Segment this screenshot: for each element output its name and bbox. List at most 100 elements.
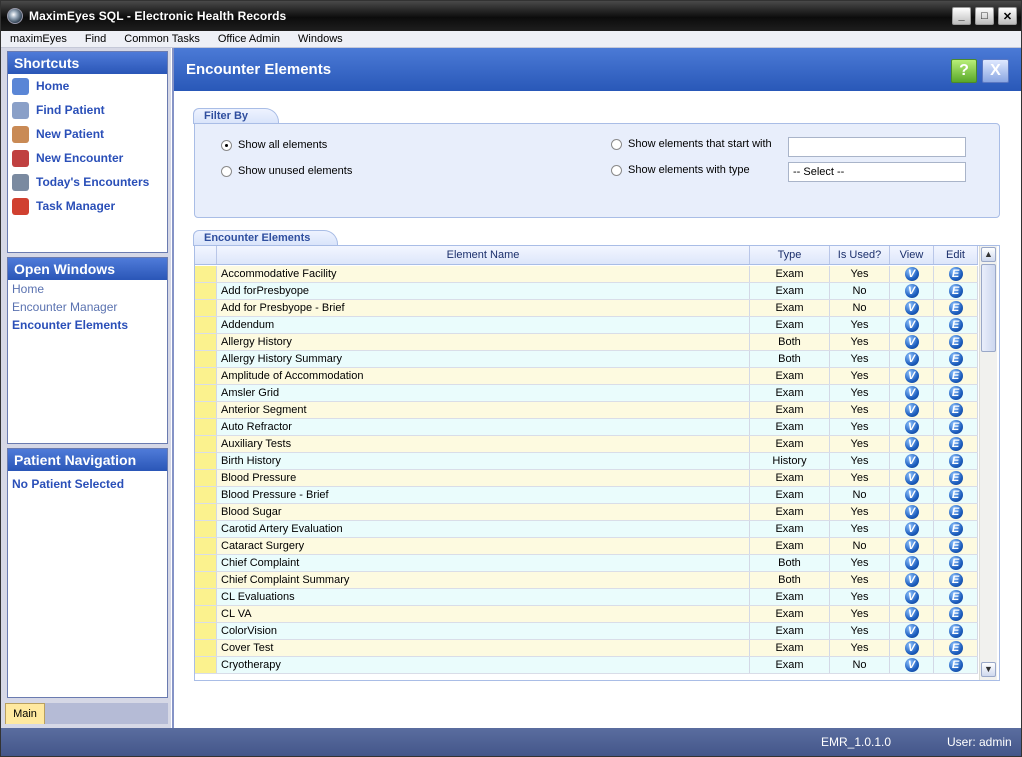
edit-icon[interactable]: E: [948, 284, 963, 298]
col-element-name[interactable]: Element Name: [217, 246, 750, 264]
menu-maximeyes[interactable]: maximEyes: [1, 31, 76, 47]
table-row[interactable]: Cryotherapy Exam No V E: [195, 657, 978, 674]
row-selector[interactable]: [195, 283, 217, 299]
row-selector[interactable]: [195, 487, 217, 503]
edit-icon[interactable]: E: [948, 641, 963, 655]
col-type[interactable]: Type: [750, 246, 830, 264]
table-row[interactable]: CL VA Exam Yes V E: [195, 606, 978, 623]
view-icon[interactable]: V: [904, 284, 919, 298]
view-icon[interactable]: V: [904, 573, 919, 587]
view-icon[interactable]: V: [904, 590, 919, 604]
view-icon[interactable]: V: [904, 386, 919, 400]
table-row[interactable]: Accommodative Facility Exam Yes V E: [195, 266, 978, 283]
row-selector[interactable]: [195, 504, 217, 520]
view-icon[interactable]: V: [904, 437, 919, 451]
row-selector[interactable]: [195, 453, 217, 469]
edit-icon[interactable]: E: [948, 335, 963, 349]
menu-office-admin[interactable]: Office Admin: [209, 31, 289, 47]
grid-scrollbar[interactable]: ▲ ▼: [979, 246, 997, 680]
row-selector[interactable]: [195, 538, 217, 554]
radio-with-type[interactable]: Show elements with type: [611, 164, 750, 176]
view-icon[interactable]: V: [904, 301, 919, 315]
row-selector[interactable]: [195, 640, 217, 656]
type-select[interactable]: -- Select --: [788, 162, 966, 182]
shortcut-new-patient[interactable]: New Patient: [8, 122, 167, 146]
title-bar[interactable]: MaximEyes SQL - Electronic Health Record…: [1, 1, 1021, 31]
view-icon[interactable]: V: [904, 488, 919, 502]
shortcut-new-encounter[interactable]: New Encounter: [8, 146, 167, 170]
edit-icon[interactable]: E: [948, 454, 963, 468]
shortcut-task-manager[interactable]: Task Manager: [8, 194, 167, 218]
table-row[interactable]: Blood Sugar Exam Yes V E: [195, 504, 978, 521]
row-selector[interactable]: [195, 402, 217, 418]
table-row[interactable]: Auto Refractor Exam Yes V E: [195, 419, 978, 436]
table-row[interactable]: Amplitude of Accommodation Exam Yes V E: [195, 368, 978, 385]
col-view[interactable]: View: [890, 246, 934, 264]
col-is-used[interactable]: Is Used?: [830, 246, 890, 264]
radio-show-all-dot[interactable]: [221, 139, 232, 151]
edit-icon[interactable]: E: [948, 658, 963, 672]
table-row[interactable]: Chief Complaint Summary Both Yes V E: [195, 572, 978, 589]
shortcut-home[interactable]: Home: [8, 74, 167, 98]
row-selector[interactable]: [195, 606, 217, 622]
edit-icon[interactable]: E: [948, 539, 963, 553]
edit-icon[interactable]: E: [948, 556, 963, 570]
row-selector[interactable]: [195, 385, 217, 401]
view-icon[interactable]: V: [904, 454, 919, 468]
scroll-thumb[interactable]: [981, 264, 996, 352]
table-row[interactable]: Add for Presbyope - Brief Exam No V E: [195, 300, 978, 317]
view-icon[interactable]: V: [904, 522, 919, 536]
row-selector[interactable]: [195, 368, 217, 384]
view-icon[interactable]: V: [904, 420, 919, 434]
table-row[interactable]: Amsler Grid Exam Yes V E: [195, 385, 978, 402]
row-selector[interactable]: [195, 266, 217, 282]
table-row[interactable]: Blood Pressure - Brief Exam No V E: [195, 487, 978, 504]
edit-icon[interactable]: E: [948, 267, 963, 281]
row-selector[interactable]: [195, 317, 217, 333]
open-window-item[interactable]: Encounter Manager: [8, 298, 167, 316]
edit-icon[interactable]: E: [948, 318, 963, 332]
row-selector[interactable]: [195, 623, 217, 639]
edit-icon[interactable]: E: [948, 301, 963, 315]
edit-icon[interactable]: E: [948, 607, 963, 621]
view-icon[interactable]: V: [904, 505, 919, 519]
row-selector[interactable]: [195, 470, 217, 486]
open-window-item[interactable]: Home: [8, 280, 167, 298]
view-icon[interactable]: V: [904, 335, 919, 349]
row-selector[interactable]: [195, 436, 217, 452]
radio-with-type-dot[interactable]: [611, 164, 622, 176]
edit-icon[interactable]: E: [948, 590, 963, 604]
row-selector[interactable]: [195, 419, 217, 435]
row-selector[interactable]: [195, 657, 217, 673]
edit-icon[interactable]: E: [948, 369, 963, 383]
view-icon[interactable]: V: [904, 607, 919, 621]
view-icon[interactable]: V: [904, 539, 919, 553]
table-row[interactable]: Anterior Segment Exam Yes V E: [195, 402, 978, 419]
scroll-up-icon[interactable]: ▲: [981, 247, 996, 262]
edit-icon[interactable]: E: [948, 420, 963, 434]
menu-common-tasks[interactable]: Common Tasks: [115, 31, 209, 47]
close-window-button[interactable]: ✕: [998, 7, 1017, 25]
row-selector[interactable]: [195, 589, 217, 605]
edit-icon[interactable]: E: [948, 573, 963, 587]
row-selector[interactable]: [195, 351, 217, 367]
view-icon[interactable]: V: [904, 267, 919, 281]
table-row[interactable]: Cover Test Exam Yes V E: [195, 640, 978, 657]
edit-icon[interactable]: E: [948, 352, 963, 366]
view-icon[interactable]: V: [904, 369, 919, 383]
starts-with-input[interactable]: [788, 137, 966, 157]
view-icon[interactable]: V: [904, 318, 919, 332]
row-selector[interactable]: [195, 334, 217, 350]
radio-start-with-dot[interactable]: [611, 138, 622, 150]
minimize-button[interactable]: _: [952, 7, 971, 25]
view-icon[interactable]: V: [904, 556, 919, 570]
table-row[interactable]: Allergy History Both Yes V E: [195, 334, 978, 351]
edit-icon[interactable]: E: [948, 471, 963, 485]
edit-icon[interactable]: E: [948, 624, 963, 638]
col-edit[interactable]: Edit: [934, 246, 978, 264]
view-icon[interactable]: V: [904, 403, 919, 417]
table-row[interactable]: Chief Complaint Both Yes V E: [195, 555, 978, 572]
edit-icon[interactable]: E: [948, 522, 963, 536]
scroll-down-icon[interactable]: ▼: [981, 662, 996, 677]
help-button[interactable]: ?: [951, 59, 977, 83]
